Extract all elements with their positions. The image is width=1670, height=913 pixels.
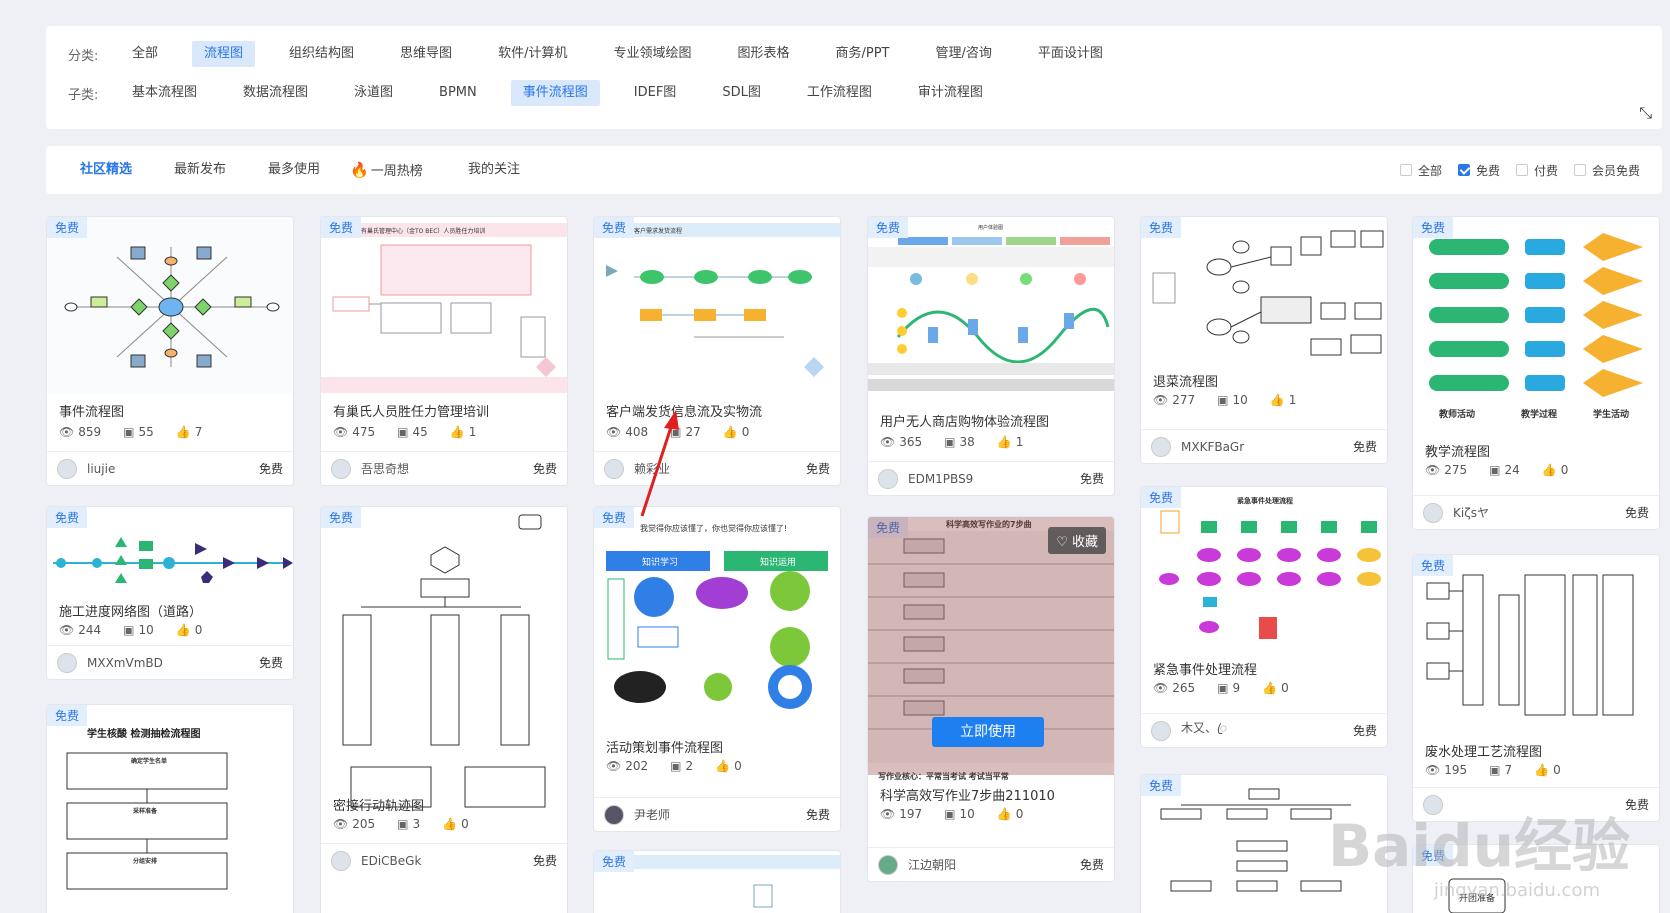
annotation-arrow [640, 410, 679, 517]
